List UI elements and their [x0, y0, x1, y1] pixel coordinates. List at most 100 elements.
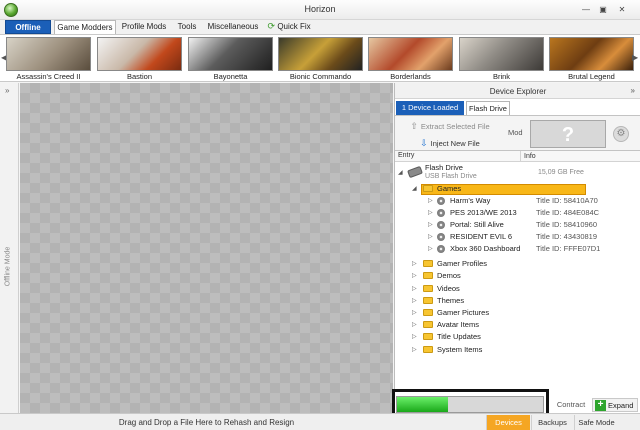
expand-arrow-icon[interactable]: ▷ — [412, 331, 417, 343]
expand-arrow-icon[interactable]: ▷ — [412, 319, 417, 331]
restore-icon[interactable]: ▣ — [597, 4, 609, 15]
title-id: Title ID: 43430819 — [536, 232, 598, 241]
tab-devices[interactable]: Devices — [486, 415, 530, 430]
game-tile[interactable]: Assassin's Creed II — [6, 37, 91, 82]
expand-arrow-icon[interactable]: ▷ — [428, 195, 433, 207]
collapse-panel-icon[interactable]: » — [631, 86, 635, 95]
folder-icon — [423, 260, 433, 267]
expand-arrow-icon[interactable]: ▷ — [428, 207, 433, 219]
game-entry[interactable]: ▷ Portal: Still Alive Title ID: 58410960 — [428, 219, 638, 231]
explorer-toolbar: ⇧ Extract Selected File ⇩ Inject New File … — [395, 115, 640, 151]
folder-gamer-profiles[interactable]: ▷ Gamer Profiles — [412, 258, 582, 270]
folder-games[interactable]: ◢ Games — [412, 183, 582, 195]
status-bar: Drag and Drop a File Here to Rehash and … — [0, 413, 640, 430]
game-label: Borderlands — [390, 72, 431, 81]
offline-button[interactable]: Offline — [5, 20, 51, 34]
title-id: Title ID: 484E084C — [536, 208, 600, 217]
folder-label: Avatar Items — [437, 320, 479, 329]
game-name: Portal: Still Alive — [450, 220, 504, 229]
folder-avatar-items[interactable]: ▷ Avatar Items — [412, 319, 582, 331]
game-entry[interactable]: ▷ Harm's Way Title ID: 58410A70 — [428, 195, 638, 207]
scroll-right-icon[interactable]: ▶ — [632, 53, 638, 62]
folder-icon — [423, 297, 433, 304]
collapse-arrow-icon[interactable]: ◢ — [412, 183, 417, 195]
tab-backups[interactable]: Backups — [531, 415, 573, 430]
game-entry[interactable]: ▷ PES 2013/WE 2013 Title ID: 484E084C — [428, 207, 638, 219]
game-tile[interactable]: Bastion — [97, 37, 182, 82]
expand-arrow-icon[interactable]: ▷ — [412, 283, 417, 295]
disc-icon — [437, 245, 445, 253]
collapse-arrow-icon[interactable]: ◢ — [398, 167, 403, 179]
folder-label: Games — [437, 184, 462, 193]
offline-mode-label: Offline Mode — [4, 246, 12, 287]
game-label: Brink — [492, 72, 511, 81]
tab-quick-fix[interactable]: ⟳ Quick Fix — [264, 20, 314, 34]
game-tile[interactable]: Bionic Commando — [278, 37, 363, 82]
expand-arrow-icon[interactable]: ▷ — [412, 258, 417, 270]
folder-videos[interactable]: ▷ Videos — [412, 283, 582, 295]
folder-icon — [423, 309, 433, 316]
game-tile[interactable]: Brutal Legend — [549, 37, 634, 82]
extract-file-button[interactable]: ⇧ Extract Selected File — [396, 118, 504, 134]
folder-label: Videos — [437, 284, 460, 293]
folder-title-updates[interactable]: ▷ Title Updates — [412, 331, 582, 343]
expand-label: Expand — [608, 401, 634, 410]
disc-icon — [437, 197, 445, 205]
expand-arrow-icon[interactable]: ▷ — [412, 270, 417, 282]
game-name: Xbox 360 Dashboard — [450, 244, 521, 253]
tab-tools[interactable]: Tools — [172, 20, 202, 34]
game-entry[interactable]: ▷ Xbox 360 Dashboard Title ID: FFFE07D1 — [428, 243, 638, 255]
tab-safe-mode[interactable]: Safe Mode — [574, 415, 618, 430]
game-label: Bastion — [126, 72, 153, 81]
folder-gamer-pictures[interactable]: ▷ Gamer Pictures — [412, 307, 582, 319]
arrow-down-icon: ⇩ — [420, 138, 428, 148]
tab-game-modders[interactable]: Game Modders — [54, 20, 116, 35]
game-label: Assassin's Creed II — [16, 72, 81, 81]
inject-file-button[interactable]: ⇩ Inject New File — [396, 135, 504, 151]
folder-icon — [423, 185, 433, 192]
folder-icon — [423, 272, 433, 279]
folder-icon — [423, 321, 433, 328]
expand-arrow-icon[interactable]: ▷ — [412, 295, 417, 307]
game-entry[interactable]: ▷ RESIDENT EVIL 6 Title ID: 43430819 — [428, 231, 638, 243]
game-tile[interactable]: Borderlands — [368, 37, 453, 82]
game-thumbnail — [549, 37, 634, 71]
game-thumbnail — [459, 37, 544, 71]
game-thumbnail — [97, 37, 182, 71]
drop-area[interactable] — [20, 83, 393, 413]
game-thumbnail — [278, 37, 363, 71]
folder-system-items[interactable]: ▷ System Items — [412, 344, 582, 356]
tab-devices-loaded[interactable]: 1 Device Loaded — [396, 101, 464, 115]
folder-label: System Items — [437, 345, 483, 354]
column-entry[interactable]: Entry — [398, 152, 414, 159]
expand-arrow-icon[interactable]: ▷ — [428, 243, 433, 255]
game-label: Bayonetta — [213, 72, 248, 81]
game-tile[interactable]: Brink — [459, 37, 544, 82]
column-info[interactable]: Info — [520, 151, 536, 162]
tab-flash-drive[interactable]: Flash Drive — [466, 101, 510, 115]
expand-arrow-icon[interactable]: ▷ — [412, 307, 417, 319]
expand-arrow-icon[interactable]: ▷ — [428, 219, 433, 231]
expand-arrow-icon[interactable]: ▷ — [412, 344, 417, 356]
tab-profile-mods[interactable]: Profile Mods — [118, 20, 170, 34]
device-row[interactable]: ◢ Flash Drive USB Flash Drive 15,09 GB F… — [397, 163, 637, 183]
folder-icon — [423, 285, 433, 292]
game-thumbnail — [6, 37, 91, 71]
expand-sidebar-icon[interactable]: » — [5, 86, 9, 95]
game-name: Harm's Way — [450, 196, 491, 205]
folder-demos[interactable]: ▷ Demos — [412, 270, 582, 282]
tab-miscellaneous[interactable]: Miscellaneous — [204, 20, 262, 34]
disc-icon — [437, 221, 445, 229]
folder-themes[interactable]: ▷ Themes — [412, 295, 582, 307]
expand-arrow-icon[interactable]: ▷ — [428, 231, 433, 243]
game-label: Brutal Legend — [568, 72, 615, 81]
expand-button[interactable]: + Expand — [592, 398, 638, 412]
close-icon[interactable]: ✕ — [616, 4, 628, 15]
minimize-icon[interactable]: — — [580, 4, 592, 15]
contract-button[interactable]: Contract — [553, 398, 589, 412]
quick-fix-label: Quick Fix — [277, 22, 311, 31]
title-id: Title ID: 58410A70 — [536, 196, 598, 205]
game-tile[interactable]: Bayonetta — [188, 37, 273, 82]
gear-icon[interactable]: ⚙ — [613, 126, 629, 142]
arrow-up-icon: ⇧ — [410, 121, 418, 131]
